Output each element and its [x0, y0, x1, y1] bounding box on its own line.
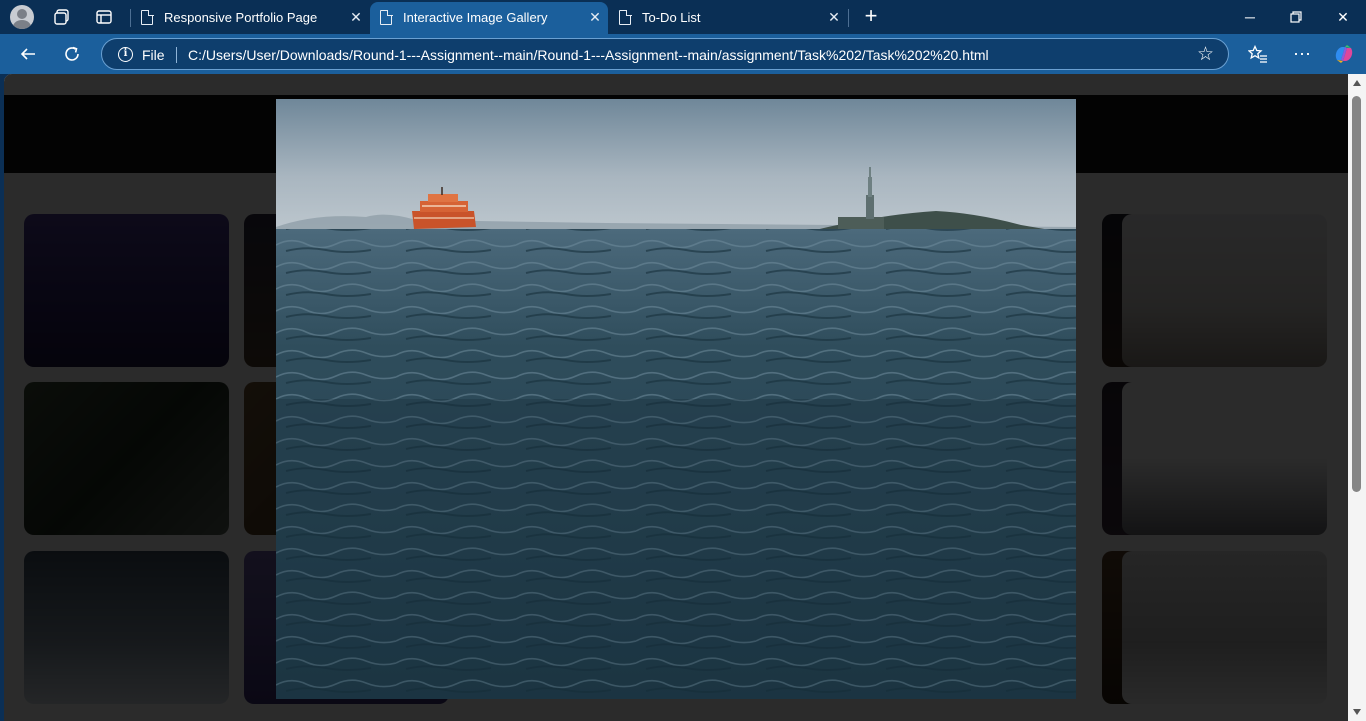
tab-strip: Responsive Portfolio Page ✕ Interactive … [0, 0, 1366, 34]
more-icon[interactable]: ⋯ [1288, 41, 1316, 67]
url-text[interactable]: C:/Users/User/Downloads/Round-1---Assign… [188, 47, 989, 63]
close-tab-icon[interactable]: ✕ [825, 8, 843, 26]
workspaces-icon[interactable] [50, 6, 74, 28]
document-icon [141, 9, 154, 25]
info-icon[interactable]: i [118, 47, 133, 62]
page-viewport [4, 74, 1348, 721]
tab-separator [848, 9, 849, 27]
browser-toolbar: i File C:/Users/User/Downloads/Round-1--… [0, 34, 1366, 74]
new-tab-button[interactable]: + [859, 5, 883, 29]
restore-button[interactable] [1273, 4, 1319, 30]
scrollbar-thumb[interactable] [1352, 96, 1361, 492]
lightbox-image[interactable] [276, 99, 1076, 699]
tab-label: Responsive Portfolio Page [164, 10, 318, 25]
close-tab-icon[interactable]: ✕ [347, 8, 365, 26]
tab-actions-icon[interactable] [92, 6, 116, 28]
tab-responsive-portfolio[interactable]: Responsive Portfolio Page ✕ [131, 2, 369, 34]
url-separator [176, 47, 177, 63]
scroll-down-icon[interactable] [1353, 709, 1361, 715]
copilot-icon[interactable] [1330, 41, 1358, 67]
scheme-label: File [142, 47, 165, 63]
refresh-icon[interactable] [58, 41, 86, 67]
star-icon[interactable]: ☆ [1197, 43, 1214, 66]
tab-to-do-list[interactable]: To-Do List ✕ [609, 2, 847, 34]
document-icon [380, 9, 393, 25]
vertical-scrollbar[interactable] [1348, 74, 1366, 721]
address-bar[interactable]: i File C:/Users/User/Downloads/Round-1--… [101, 38, 1229, 70]
document-icon [619, 9, 632, 25]
close-window-button[interactable]: ✕ [1320, 4, 1366, 30]
tab-interactive-image-gallery[interactable]: Interactive Image Gallery ✕ [370, 2, 608, 34]
harbor-photo [276, 99, 1076, 699]
profile-avatar-icon[interactable] [10, 5, 34, 29]
tab-label: To-Do List [642, 10, 701, 25]
minimize-button[interactable]: ─ [1227, 4, 1273, 30]
tab-label: Interactive Image Gallery [403, 10, 548, 25]
back-arrow-icon[interactable] [14, 41, 42, 67]
scroll-up-icon[interactable] [1353, 80, 1361, 86]
close-tab-icon[interactable]: ✕ [586, 8, 604, 26]
favorites-icon[interactable] [1244, 41, 1272, 67]
